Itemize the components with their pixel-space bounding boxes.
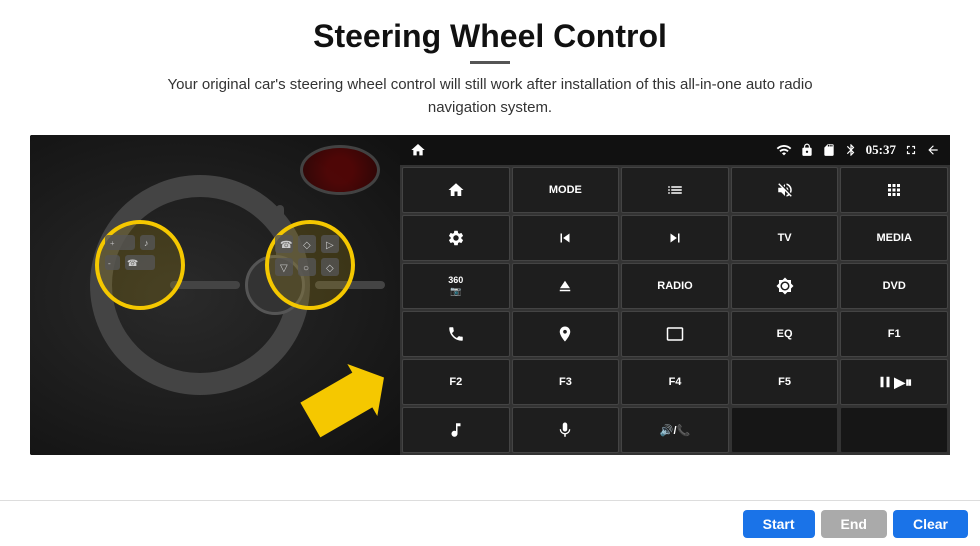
phone-button[interactable] [402, 311, 510, 357]
sd-card-icon [822, 143, 836, 157]
f1-button[interactable]: F1 [840, 311, 948, 357]
brightness-button[interactable] [731, 263, 839, 309]
dashboard-gauge [300, 145, 380, 195]
settings-button[interactable] [402, 215, 510, 261]
back-icon [926, 143, 940, 157]
radio-button[interactable]: RADIO [621, 263, 729, 309]
list-button[interactable] [621, 167, 729, 213]
svg-text:○: ○ [303, 263, 309, 274]
f5-button[interactable]: F5 [731, 359, 839, 405]
status-right: 05:37 [776, 142, 940, 158]
page-title: Steering Wheel Control [313, 18, 667, 55]
f4-button[interactable]: F4 [621, 359, 729, 405]
svg-text:▽: ▽ [280, 263, 288, 274]
vol-phone-button[interactable]: 🔊/📞 [621, 407, 729, 453]
home-status-icon [410, 142, 426, 158]
button-grid: MODE [400, 165, 950, 455]
clear-button[interactable]: Clear [893, 510, 968, 538]
content-area: + ♪ - ☎ ☎ ◇ ▷ ▽ ○ [30, 135, 950, 455]
eject-button[interactable] [512, 263, 620, 309]
next-button[interactable] [621, 215, 729, 261]
mute-button[interactable] [731, 167, 839, 213]
svg-text:♪: ♪ [144, 238, 149, 248]
yellow-arrow [295, 360, 395, 440]
wifi-icon [776, 142, 792, 158]
tv-button[interactable]: TV [731, 215, 839, 261]
right-buttons-svg: ☎ ◇ ▷ ▽ ○ ◇ [270, 230, 355, 310]
svg-text:◇: ◇ [326, 263, 334, 274]
end-button[interactable]: End [821, 510, 887, 538]
microphone-button[interactable] [512, 407, 620, 453]
steering-wheel-image: + ♪ - ☎ ☎ ◇ ▷ ▽ ○ [30, 135, 400, 455]
f2-button[interactable]: F2 [402, 359, 510, 405]
playpause-button[interactable]: ▶⏸ [840, 359, 948, 405]
svg-text:☎: ☎ [280, 240, 292, 251]
lock-icon [800, 143, 814, 157]
home-button[interactable] [402, 167, 510, 213]
prev-button[interactable] [512, 215, 620, 261]
start-button[interactable]: Start [743, 510, 815, 538]
status-bar: 05:37 [400, 135, 950, 165]
empty-btn-1 [731, 407, 839, 453]
svg-text:-: - [108, 259, 111, 268]
screen-button[interactable] [621, 311, 729, 357]
apps-button[interactable] [840, 167, 948, 213]
mode-button[interactable]: MODE [512, 167, 620, 213]
status-left [410, 142, 426, 158]
left-buttons-svg: + ♪ - ☎ [100, 230, 185, 310]
page-subtitle: Your original car's steering wheel contr… [150, 74, 830, 119]
empty-btn-2 [840, 407, 948, 453]
fullscreen-icon [904, 143, 918, 157]
f3-button[interactable]: F3 [512, 359, 620, 405]
music-button[interactable] [402, 407, 510, 453]
cam360-button[interactable]: 360📷 [402, 263, 510, 309]
svg-text:+: + [110, 239, 115, 248]
media-button[interactable]: MEDIA [840, 215, 948, 261]
navigation-button[interactable] [512, 311, 620, 357]
bottom-bar: Start End Clear [0, 500, 980, 546]
page-wrapper: Steering Wheel Control Your original car… [0, 0, 980, 546]
svg-text:◇: ◇ [303, 240, 311, 251]
control-panel: 05:37 MODE [400, 135, 950, 455]
title-underline [470, 61, 510, 64]
bluetooth-icon [844, 143, 858, 157]
svg-text:☎: ☎ [127, 258, 138, 268]
svg-text:▷: ▷ [326, 240, 334, 251]
status-time: 05:37 [866, 142, 896, 158]
dvd-button[interactable]: DVD [840, 263, 948, 309]
eq-button[interactable]: EQ [731, 311, 839, 357]
